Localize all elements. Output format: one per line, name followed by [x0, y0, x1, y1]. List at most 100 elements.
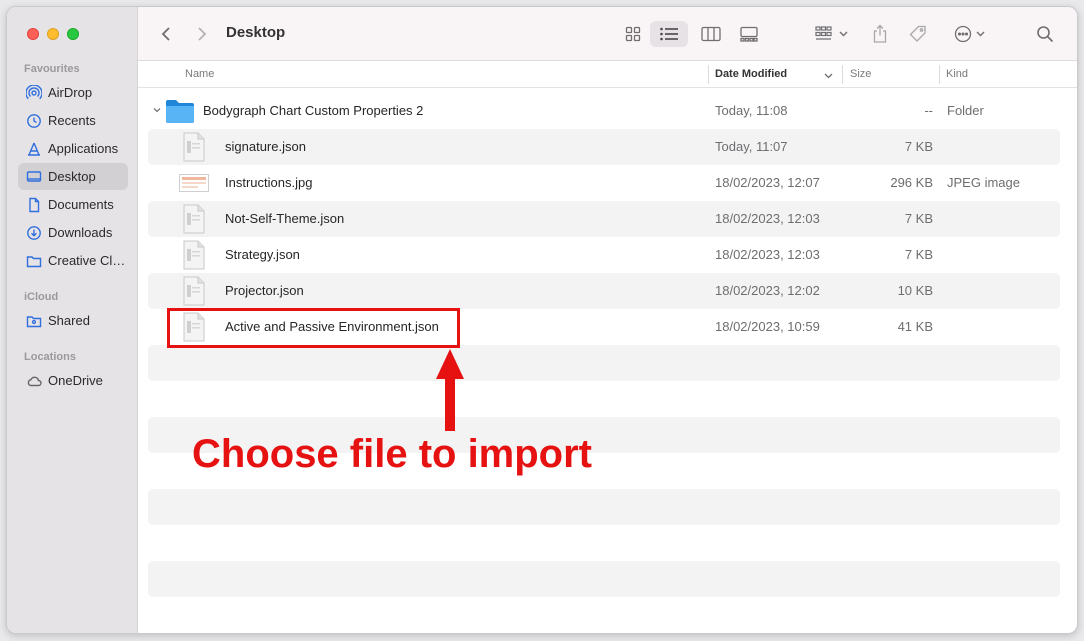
empty-row: [148, 489, 1060, 525]
file-size: 7 KB: [904, 139, 933, 154]
sidebar-item-label: Shared: [48, 313, 90, 328]
column-header-size[interactable]: Size: [850, 68, 871, 80]
disclosure-chevron-icon[interactable]: [152, 105, 162, 115]
chevron-down-icon: [976, 31, 984, 37]
file-name: Not-Self-Theme.json: [225, 211, 345, 226]
empty-row: [148, 525, 1060, 561]
icon-view-button[interactable]: [618, 21, 648, 47]
highlight-box: [167, 308, 460, 348]
annotation-text: Choose file to import: [192, 432, 592, 476]
gallery-icon: [740, 26, 758, 42]
sidebar-item-label: Recents: [48, 113, 96, 128]
more-actions-button[interactable]: [948, 21, 990, 47]
applications-icon: [26, 141, 42, 157]
sidebar-item-label: Applications: [48, 141, 119, 156]
desktop-icon: [26, 169, 42, 185]
cloud-icon: [26, 373, 42, 389]
ellipsis-circle-icon: [954, 25, 971, 43]
sidebar-section-icloud: iCloud: [24, 291, 59, 303]
file-date: 18/02/2023, 12:07: [715, 175, 820, 190]
file-name: Strategy.json: [225, 247, 300, 262]
file-row[interactable]: Not-Self-Theme.json 18/02/2023, 12:03 7 …: [148, 201, 1060, 237]
sidebar-item-label: OneDrive: [48, 373, 103, 388]
file-name: Projector.json: [225, 283, 304, 298]
clock-icon: [26, 113, 42, 129]
file-date: 18/02/2023, 12:03: [715, 247, 820, 262]
sidebar-item-shared[interactable]: Shared: [18, 307, 128, 334]
shared-folder-icon: [26, 313, 42, 329]
column-header-kind[interactable]: Kind: [946, 68, 968, 80]
folder-icon: [166, 100, 194, 123]
file-kind: Folder: [947, 103, 984, 118]
list-view-button[interactable]: [650, 21, 688, 47]
column-header-date-modified[interactable]: Date Modified: [715, 68, 787, 80]
file-size: 7 KB: [904, 211, 933, 226]
close-window-button[interactable]: [27, 28, 39, 40]
back-button[interactable]: [156, 24, 176, 44]
sidebar-item-recents[interactable]: Recents: [18, 107, 128, 134]
chevron-down-icon: [839, 31, 847, 37]
json-file-icon: [183, 204, 205, 234]
sidebar-item-documents[interactable]: Documents: [18, 191, 128, 218]
file-name: signature.json: [225, 139, 306, 154]
minimize-window-button[interactable]: [47, 28, 59, 40]
column-view-button[interactable]: [696, 21, 726, 47]
json-file-icon: [183, 276, 205, 306]
sidebar-item-downloads[interactable]: Downloads: [18, 219, 128, 246]
group-icon: [814, 26, 832, 40]
file-date: 18/02/2023, 12:03: [715, 211, 820, 226]
arrow-up-icon: [436, 349, 464, 431]
chevron-right-icon: [198, 27, 207, 41]
search-icon: [1037, 26, 1054, 43]
share-button[interactable]: [868, 21, 892, 47]
sidebar-item-airdrop[interactable]: AirDrop: [18, 79, 128, 106]
toolbar: Desktop: [138, 7, 1077, 61]
sort-chevron-down-icon[interactable]: [824, 73, 833, 79]
file-date: 18/02/2023, 10:59: [715, 319, 820, 334]
file-row[interactable]: Strategy.json 18/02/2023, 12:03 7 KB: [148, 237, 1060, 273]
gallery-view-button[interactable]: [734, 21, 764, 47]
file-row-folder[interactable]: Bodygraph Chart Custom Properties 2 Toda…: [148, 93, 1060, 129]
image-file-icon: [179, 174, 209, 192]
tags-button[interactable]: [906, 21, 930, 47]
document-icon: [26, 197, 42, 213]
empty-row: [148, 561, 1060, 597]
sidebar-item-label: Desktop: [48, 169, 96, 184]
tag-icon: [909, 25, 926, 42]
chevron-left-icon: [161, 27, 170, 41]
list-icon: [660, 27, 678, 41]
column-header-name[interactable]: Name: [185, 68, 214, 80]
file-size: 296 KB: [890, 175, 933, 190]
file-date: 18/02/2023, 12:02: [715, 283, 820, 298]
forward-button[interactable]: [192, 24, 212, 44]
grid-icon: [625, 26, 641, 42]
search-button[interactable]: [1033, 21, 1057, 47]
zoom-window-button[interactable]: [67, 28, 79, 40]
columns-icon: [701, 26, 721, 42]
sidebar-item-label: Creative Cloud Files: [48, 253, 126, 268]
file-row[interactable]: signature.json Today, 11:07 7 KB: [148, 129, 1060, 165]
sidebar-item-onedrive[interactable]: OneDrive: [18, 367, 128, 394]
file-name: Bodygraph Chart Custom Properties 2: [203, 103, 424, 118]
file-size: --: [924, 103, 933, 118]
sidebar-item-creative-cloud[interactable]: Creative Cloud Files: [18, 247, 128, 274]
column-divider[interactable]: [842, 65, 843, 84]
column-divider[interactable]: [708, 65, 709, 84]
group-by-button[interactable]: [810, 21, 852, 47]
airdrop-icon: [26, 84, 42, 101]
sidebar-item-label: AirDrop: [48, 85, 93, 100]
sidebar-section-favourites: Favourites: [24, 63, 80, 75]
sidebar-item-desktop[interactable]: Desktop: [18, 163, 128, 190]
file-row[interactable]: Projector.json 18/02/2023, 12:02 10 KB: [148, 273, 1060, 309]
download-icon: [26, 225, 42, 241]
file-date: Today, 11:07: [715, 139, 788, 154]
sidebar-item-label: Documents: [48, 197, 114, 212]
column-divider[interactable]: [939, 65, 940, 84]
json-file-icon: [183, 240, 205, 270]
sidebar-item-applications[interactable]: Applications: [18, 135, 128, 162]
window-title: Desktop: [226, 24, 286, 41]
file-row[interactable]: Instructions.jpg 18/02/2023, 12:07 296 K…: [148, 165, 1060, 201]
file-size: 7 KB: [904, 247, 933, 262]
file-size: 10 KB: [897, 283, 933, 298]
file-date: Today, 11:08: [715, 103, 788, 118]
